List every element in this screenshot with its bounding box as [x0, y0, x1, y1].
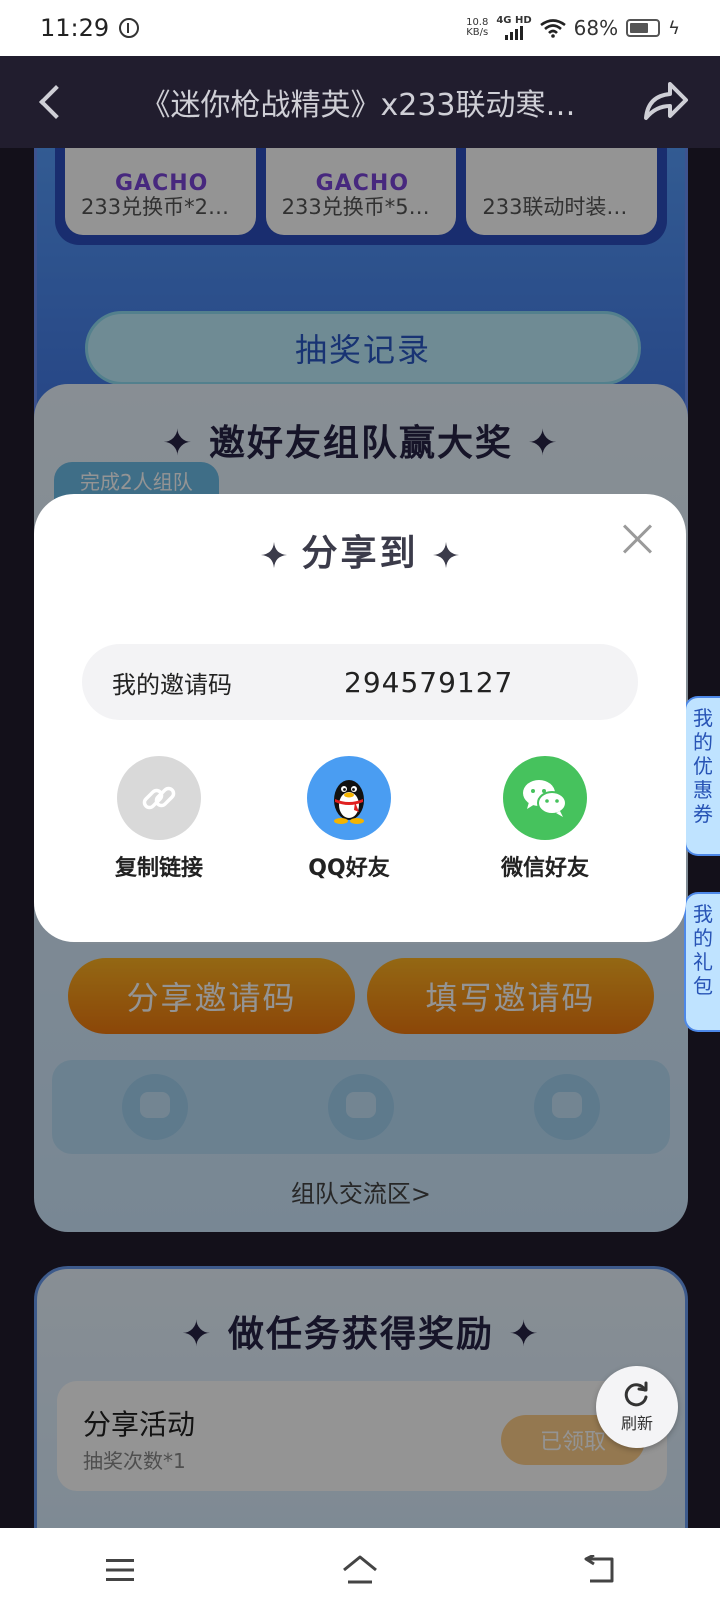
refresh-label: 刷新 — [620, 1414, 653, 1433]
page-title: 《迷你枪战精英》x233联动寒… — [140, 88, 576, 123]
menu-button[interactable] — [90, 1540, 150, 1600]
net-speed: 10.8 KB/s — [466, 18, 488, 38]
menu-icon — [106, 1559, 134, 1581]
title-bar: 《迷你枪战精英》x233联动寒… — [0, 56, 720, 148]
system-nav-bar — [0, 1528, 720, 1612]
close-icon[interactable] — [618, 518, 658, 558]
share-options: 复制链接 QQ好友 微信好友 — [74, 756, 654, 886]
qq-penguin-icon — [307, 756, 391, 840]
wechat-friend-option[interactable]: 微信好友 — [460, 756, 630, 882]
refresh-button[interactable]: 刷新 — [596, 1366, 678, 1448]
share-icon[interactable] — [634, 72, 694, 132]
charging-icon: ϟ — [668, 17, 680, 39]
copy-link-option[interactable]: 复制链接 — [74, 756, 244, 882]
invite-code-value: 294579127 — [344, 665, 514, 699]
net-speed-unit: KB/s — [466, 27, 489, 38]
back-nav-button[interactable] — [570, 1540, 630, 1600]
battery-percent: 68% — [573, 16, 619, 40]
wifi-icon — [539, 19, 566, 38]
sparkle-icon — [432, 542, 459, 568]
link-icon — [117, 756, 201, 840]
qq-friend-option[interactable]: QQ好友 — [264, 756, 434, 882]
home-button[interactable] — [330, 1540, 390, 1600]
refresh-icon — [624, 1381, 648, 1407]
invite-code-row: 我的邀请码 294579127 — [82, 644, 638, 720]
network-indicator: 4G HD — [496, 15, 532, 40]
qq-friend-label: QQ好友 — [308, 856, 390, 881]
share-dialog: 分享到 我的邀请码 294579127 复制链接 QQ好友 微信好友 — [34, 494, 686, 942]
my-coupons-tab[interactable]: 我的优惠券 — [684, 696, 720, 856]
status-indicators: 10.8 KB/s 4G HD 68% ϟ — [466, 16, 680, 40]
status-bar: 11:29 10.8 KB/s 4G HD 68% ϟ — [0, 0, 720, 56]
dialog-title-text: 分享到 — [301, 533, 419, 574]
wechat-friend-label: 微信好友 — [500, 856, 589, 881]
sparkle-icon — [261, 542, 288, 568]
notification-icon — [119, 18, 140, 38]
back-nav-icon — [584, 1555, 614, 1583]
my-gifts-tab[interactable]: 我的礼包 — [684, 892, 720, 1032]
wechat-icon — [503, 756, 587, 840]
back-icon[interactable] — [22, 72, 82, 132]
battery-icon — [626, 19, 661, 37]
signal-icon — [505, 26, 523, 40]
home-icon — [343, 1555, 377, 1584]
copy-link-label: 复制链接 — [114, 856, 203, 881]
dialog-title: 分享到 — [34, 524, 686, 576]
invite-code-label: 我的邀请码 — [112, 670, 232, 699]
status-time: 11:29 — [40, 14, 110, 42]
network-type: 4G HD — [496, 15, 532, 26]
